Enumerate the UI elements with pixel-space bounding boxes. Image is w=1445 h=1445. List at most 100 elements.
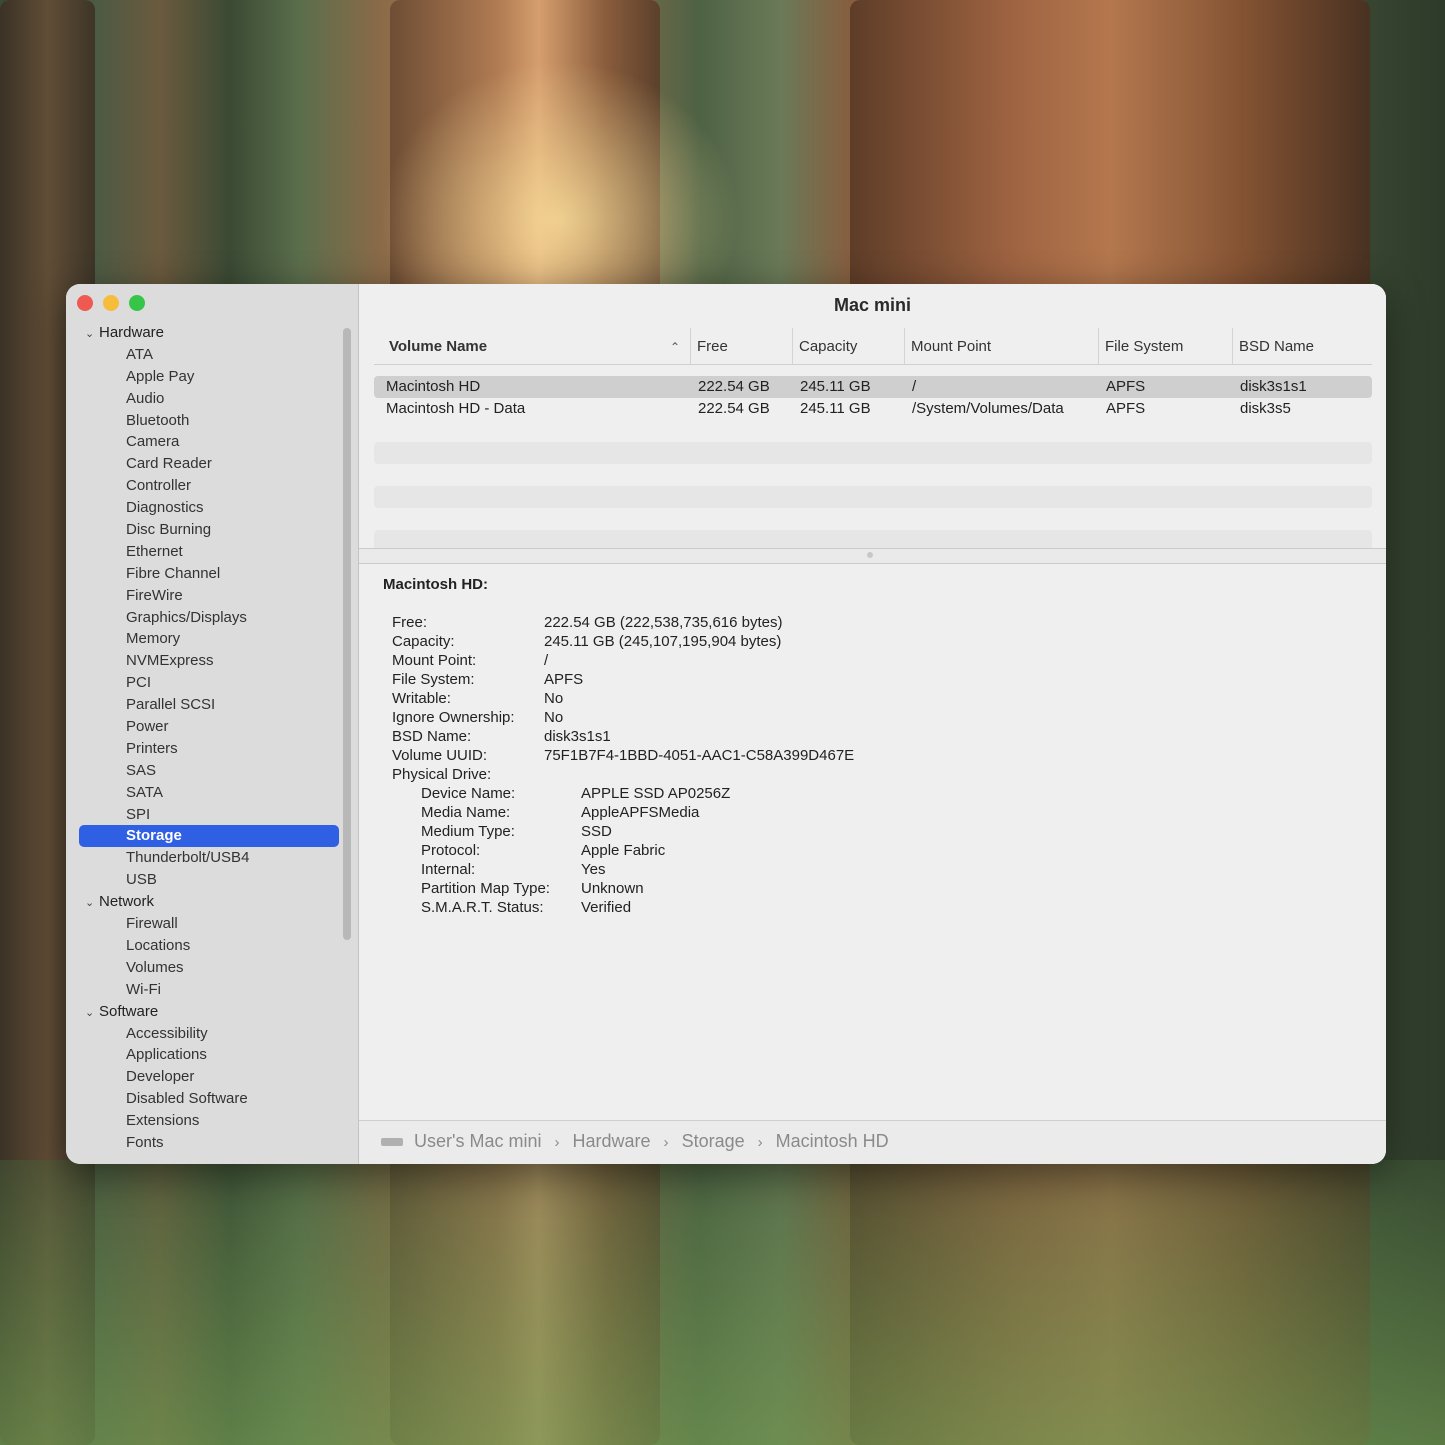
sidebar-item-parallel-scsi[interactable]: Parallel SCSI — [79, 694, 339, 716]
detail-value: 222.54 GB (222,538,735,616 bytes) — [544, 614, 783, 631]
sidebar-item-graphics-displays[interactable]: Graphics/Displays — [79, 607, 339, 629]
sidebar-item-fibre-channel[interactable]: Fibre Channel — [79, 563, 339, 585]
table-row[interactable]: Macintosh HD 222.54 GB 245.11 GB / APFS … — [374, 376, 1372, 398]
sidebar-item-volumes[interactable]: Volumes — [79, 957, 339, 979]
detail-value: SSD — [581, 823, 612, 840]
path-segment[interactable]: Macintosh HD — [776, 1121, 889, 1161]
detail-row: S.M.A.R.T. Status: Verified — [383, 898, 631, 917]
sidebar-item-bluetooth[interactable]: Bluetooth — [79, 410, 339, 432]
detail-label: Capacity: — [392, 633, 455, 650]
sidebar-item-printers[interactable]: Printers — [79, 738, 339, 760]
close-button[interactable] — [77, 295, 93, 311]
chevron-down-icon[interactable]: ⌄ — [85, 1003, 99, 1025]
table-body: Macintosh HD 222.54 GB 245.11 GB / APFS … — [374, 376, 1372, 552]
sidebar-item-usb[interactable]: USB — [79, 869, 339, 891]
column-volume-name[interactable]: Volume Name — [374, 328, 684, 364]
chevron-down-icon[interactable]: ⌄ — [85, 324, 99, 346]
sidebar-item-power[interactable]: Power — [79, 716, 339, 738]
sidebar: ⌄ Hardware ATA Apple Pay Audio Bluetooth Camer… — [66, 284, 359, 1164]
detail-label: Mount Point: — [392, 652, 477, 669]
sidebar-item-fonts[interactable]: Fonts — [79, 1132, 339, 1154]
sidebar-item-locations[interactable]: Locations — [79, 935, 339, 957]
sidebar-item-card-reader[interactable]: Card Reader — [79, 453, 339, 475]
minimize-button[interactable] — [103, 295, 119, 311]
sidebar-item-firewire[interactable]: FireWire — [79, 585, 339, 607]
sidebar-item-audio[interactable]: Audio — [79, 388, 339, 410]
sidebar-item-memory[interactable]: Memory — [79, 628, 339, 650]
path-segment[interactable]: User's Mac mini — [414, 1121, 541, 1161]
window-controls — [77, 295, 145, 311]
sidebar-item-developer[interactable]: Developer — [79, 1066, 339, 1088]
cell-volume-name: Macintosh HD - Data — [386, 400, 526, 417]
sidebar-item-disc-burning[interactable]: Disc Burning — [79, 519, 339, 541]
sidebar-group-network[interactable]: ⌄ Network — [79, 891, 339, 913]
cell-file-system: APFS — [1106, 378, 1146, 395]
column-free[interactable]: Free — [690, 328, 792, 364]
sidebar-group-label: Hardware — [99, 324, 165, 341]
sidebar-item-storage[interactable]: Storage — [79, 825, 339, 848]
detail-label: Writable: — [392, 690, 451, 707]
sidebar-item-camera[interactable]: Camera — [79, 431, 339, 453]
sidebar-item-ata[interactable]: ATA — [79, 344, 339, 366]
sidebar-item-wi-fi[interactable]: Wi-Fi — [79, 979, 339, 1001]
column-file-system[interactable]: File System — [1098, 328, 1232, 364]
detail-value: Verified — [581, 899, 632, 916]
sidebar-item-applications[interactable]: Applications — [79, 1044, 339, 1066]
cell-capacity: 245.11 GB — [800, 378, 871, 395]
sidebar-item-nvmexpress[interactable]: NVMExpress — [79, 650, 339, 672]
detail-value: No — [544, 690, 564, 707]
sort-ascending-icon: ⌃ — [670, 340, 681, 354]
detail-title: Macintosh HD: — [383, 576, 488, 593]
sidebar-item-pci[interactable]: PCI — [79, 672, 339, 694]
cell-mount-point: / — [912, 378, 917, 395]
path-segment[interactable]: Hardware — [573, 1121, 651, 1161]
table-row[interactable]: Macintosh HD - Data 222.54 GB 245.11 GB … — [374, 398, 1372, 420]
sidebar-item-accessibility[interactable]: Accessibility — [79, 1023, 339, 1045]
sidebar-item-diagnostics[interactable]: Diagnostics — [79, 497, 339, 519]
detail-value: AppleAPFSMedia — [581, 804, 700, 821]
sidebar-item-controller[interactable]: Controller — [79, 475, 339, 497]
detail-row: Device Name: APPLE SSD AP0256Z — [383, 784, 730, 803]
sidebar-item-extensions[interactable]: Extensions — [79, 1110, 339, 1132]
detail-value: disk3s1s1 — [544, 728, 611, 745]
split-view-divider[interactable] — [359, 548, 1386, 564]
detail-label: Media Name: — [421, 804, 511, 821]
sidebar-group-label: Network — [99, 893, 155, 911]
cell-capacity: 245.11 GB — [800, 400, 871, 417]
detail-value: 75F1B7F4-1BBD-4051-AAC1-C58A399D467E — [544, 747, 855, 764]
detail-row: Physical Drive: — [383, 765, 491, 784]
chevron-down-icon[interactable]: ⌄ — [85, 893, 99, 915]
detail-label: Free: — [392, 614, 428, 631]
detail-row: BSD Name: disk3s1s1 — [383, 727, 611, 746]
detail-row: Media Name: AppleAPFSMedia — [383, 803, 699, 822]
chevron-right-icon: › — [757, 1134, 763, 1151]
column-mount-point[interactable]: Mount Point — [904, 328, 1098, 364]
sidebar-item-apple-pay[interactable]: Apple Pay — [79, 366, 339, 388]
detail-label: Device Name: — [421, 785, 516, 802]
cell-file-system: APFS — [1106, 400, 1146, 417]
detail-row: Writable: No — [383, 689, 563, 708]
detail-label: Internal: — [421, 861, 476, 878]
chevron-right-icon: › — [554, 1134, 560, 1151]
detail-row: File System: APFS — [383, 670, 583, 689]
sidebar-item-sas[interactable]: SAS — [79, 760, 339, 782]
sidebar-item-firewall[interactable]: Firewall — [79, 913, 339, 935]
detail-value: APFS — [544, 671, 584, 688]
sidebar-item-thunderbolt-usb4[interactable]: Thunderbolt/USB4 — [79, 847, 339, 869]
column-capacity[interactable]: Capacity — [792, 328, 904, 364]
sidebar-item-ethernet[interactable]: Ethernet — [79, 541, 339, 563]
path-segment[interactable]: Storage — [682, 1121, 745, 1161]
detail-row: Free: 222.54 GB (222,538,735,616 bytes) — [383, 613, 783, 632]
path-bar: User's Mac mini › Hardware › Storage › M… — [359, 1120, 1386, 1164]
detail-label: BSD Name: — [392, 728, 472, 745]
sidebar-item-disabled-software[interactable]: Disabled Software — [79, 1088, 339, 1110]
empty-row — [374, 442, 1372, 464]
sidebar-item-sata[interactable]: SATA — [79, 782, 339, 804]
table-header: Volume Name ⌃ Free Capacity Mount Point … — [374, 328, 1372, 365]
sidebar-item-spi[interactable]: SPI — [79, 804, 339, 826]
column-bsd-name[interactable]: BSD Name — [1232, 328, 1368, 364]
sidebar-group-software[interactable]: ⌄ Software — [79, 1001, 339, 1023]
sidebar-group-hardware[interactable]: ⌄ Hardware — [79, 322, 339, 344]
zoom-button[interactable] — [129, 295, 145, 311]
sidebar-scrollbar[interactable] — [343, 328, 351, 940]
